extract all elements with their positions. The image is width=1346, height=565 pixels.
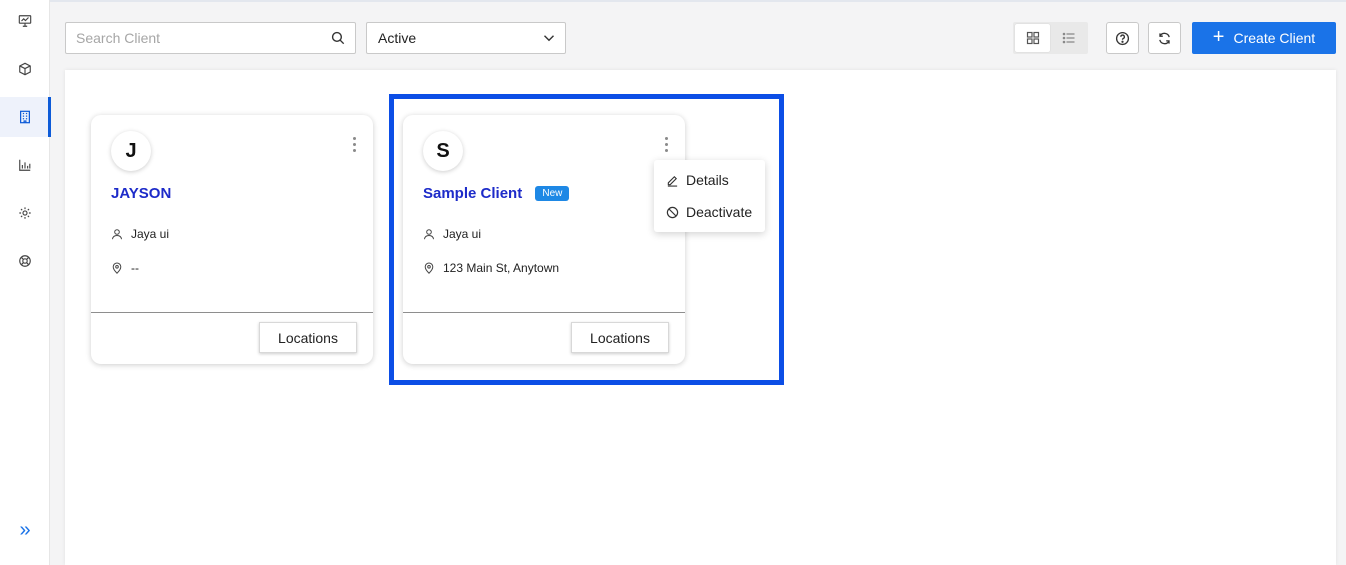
card-divider: [91, 312, 373, 313]
user-icon: [424, 229, 434, 240]
grid-icon: [1026, 31, 1039, 45]
help-icon: [1115, 31, 1130, 45]
sidebar-item-clients[interactable]: [0, 97, 51, 137]
refresh-button[interactable]: [1148, 22, 1181, 54]
list-view-button[interactable]: [1051, 24, 1086, 52]
status-filter-select[interactable]: Active: [366, 22, 566, 54]
client-card[interactable]: S Sample Client New Jaya ui 123 Main St,…: [403, 115, 685, 364]
refresh-icon: [1159, 32, 1170, 44]
owner-name: Jaya ui: [443, 227, 482, 241]
grid-view-button[interactable]: [1015, 24, 1050, 52]
avatar: J: [111, 131, 151, 171]
help-button[interactable]: [1106, 22, 1139, 54]
client-name[interactable]: JAYSON: [111, 185, 171, 202]
cube-icon: [19, 62, 31, 76]
client-owner: Jaya ui: [111, 227, 169, 241]
new-badge: New: [535, 186, 570, 201]
lifebuoy-icon: [19, 255, 31, 267]
view-toggle: [1013, 22, 1088, 54]
list-icon: [1062, 32, 1074, 44]
create-client-label: Create Client: [1233, 30, 1316, 46]
pencil-icon: [667, 175, 678, 187]
top-border: [0, 0, 1346, 2]
sidebar: »: [0, 0, 51, 565]
search-icon[interactable]: [331, 31, 345, 45]
client-address: 123 Main St, Anytown: [423, 261, 559, 275]
search-input[interactable]: [66, 23, 316, 53]
menu-item-label: Deactivate: [686, 204, 753, 220]
client-name-text[interactable]: Sample Client: [423, 185, 522, 202]
create-client-button[interactable]: + Create Client: [1192, 22, 1336, 54]
client-card[interactable]: J JAYSON Jaya ui -- Locations: [91, 115, 373, 364]
kebab-menu-icon[interactable]: [661, 137, 671, 155]
card-divider: [403, 312, 685, 313]
client-address: --: [111, 261, 139, 275]
sidebar-item-support[interactable]: [0, 241, 50, 281]
double-chevron-right-icon: »: [19, 518, 31, 541]
kebab-menu-icon[interactable]: [349, 137, 359, 155]
ban-icon: [666, 206, 679, 218]
client-actions-menu: Details Deactivate: [654, 160, 765, 232]
sidebar-item-reports[interactable]: [0, 145, 50, 185]
address-text: 123 Main St, Anytown: [443, 261, 560, 275]
menu-item-label: Details: [686, 172, 729, 188]
building-icon: [20, 110, 30, 124]
user-icon: [112, 229, 122, 240]
menu-item-deactivate[interactable]: Deactivate: [666, 204, 752, 220]
status-filter-value: Active: [378, 30, 417, 46]
locations-button[interactable]: Locations: [259, 322, 357, 353]
sidebar-item-settings[interactable]: [0, 193, 50, 233]
address-text: --: [131, 261, 139, 275]
location-pin-icon: [424, 262, 434, 274]
menu-item-details[interactable]: Details: [666, 172, 729, 188]
gear-icon: [19, 207, 31, 219]
plus-icon: +: [1212, 26, 1225, 48]
bar-chart-icon: [19, 159, 31, 171]
chevron-down-icon: [544, 35, 554, 42]
client-name-text[interactable]: JAYSON: [111, 185, 171, 202]
client-name[interactable]: Sample Client New: [423, 185, 570, 202]
location-pin-icon: [112, 262, 122, 274]
client-owner: Jaya ui: [423, 227, 481, 241]
expand-sidebar-button[interactable]: »: [0, 515, 50, 545]
sidebar-item-dashboard[interactable]: [0, 1, 50, 41]
sidebar-item-products[interactable]: [0, 49, 50, 89]
avatar: S: [423, 131, 463, 171]
owner-name: Jaya ui: [131, 227, 170, 241]
search-box: [65, 22, 356, 54]
presentation-chart-icon: [18, 15, 32, 27]
locations-button[interactable]: Locations: [571, 322, 669, 353]
